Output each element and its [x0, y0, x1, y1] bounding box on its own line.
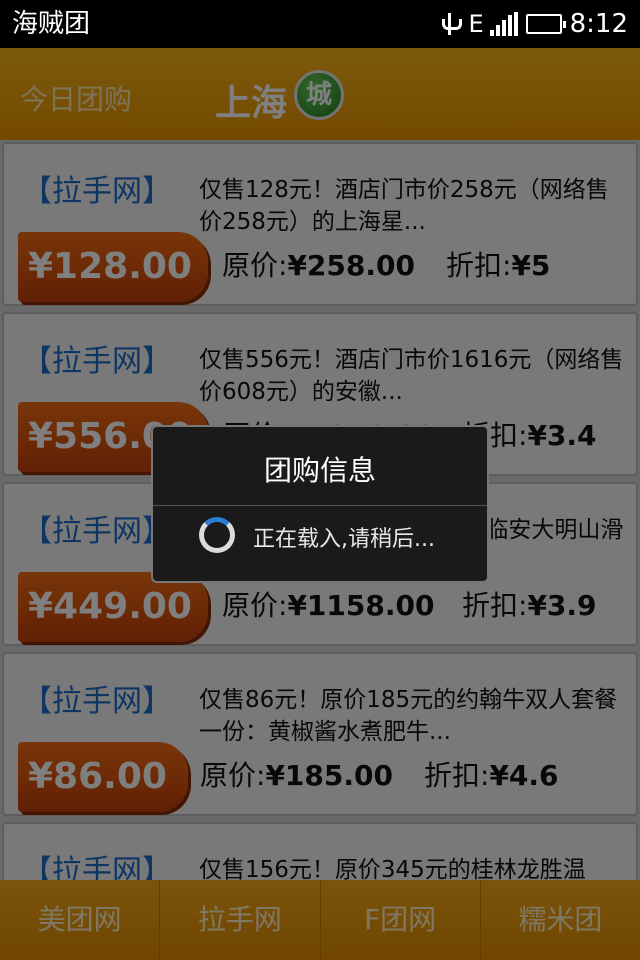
- dialog-divider: [153, 505, 487, 506]
- tab-bar-dim: [0, 880, 640, 960]
- loading-spinner-icon: [199, 517, 235, 553]
- status-clock: 8:12: [569, 9, 628, 39]
- status-icons: E 8:12: [438, 8, 628, 40]
- battery-icon: [525, 14, 566, 34]
- network-type-icon: E: [468, 10, 483, 38]
- loading-dialog: 团购信息 正在载入,请稍后...: [151, 425, 489, 583]
- dialog-message: 正在载入,请稍后...: [253, 527, 435, 552]
- signal-icon: [489, 12, 518, 36]
- usb-icon: [438, 11, 463, 37]
- dialog-title: 团购信息: [263, 454, 376, 487]
- status-app-name: 海贼团: [12, 9, 91, 39]
- status-bar: 海贼团 E 8:12: [0, 0, 640, 48]
